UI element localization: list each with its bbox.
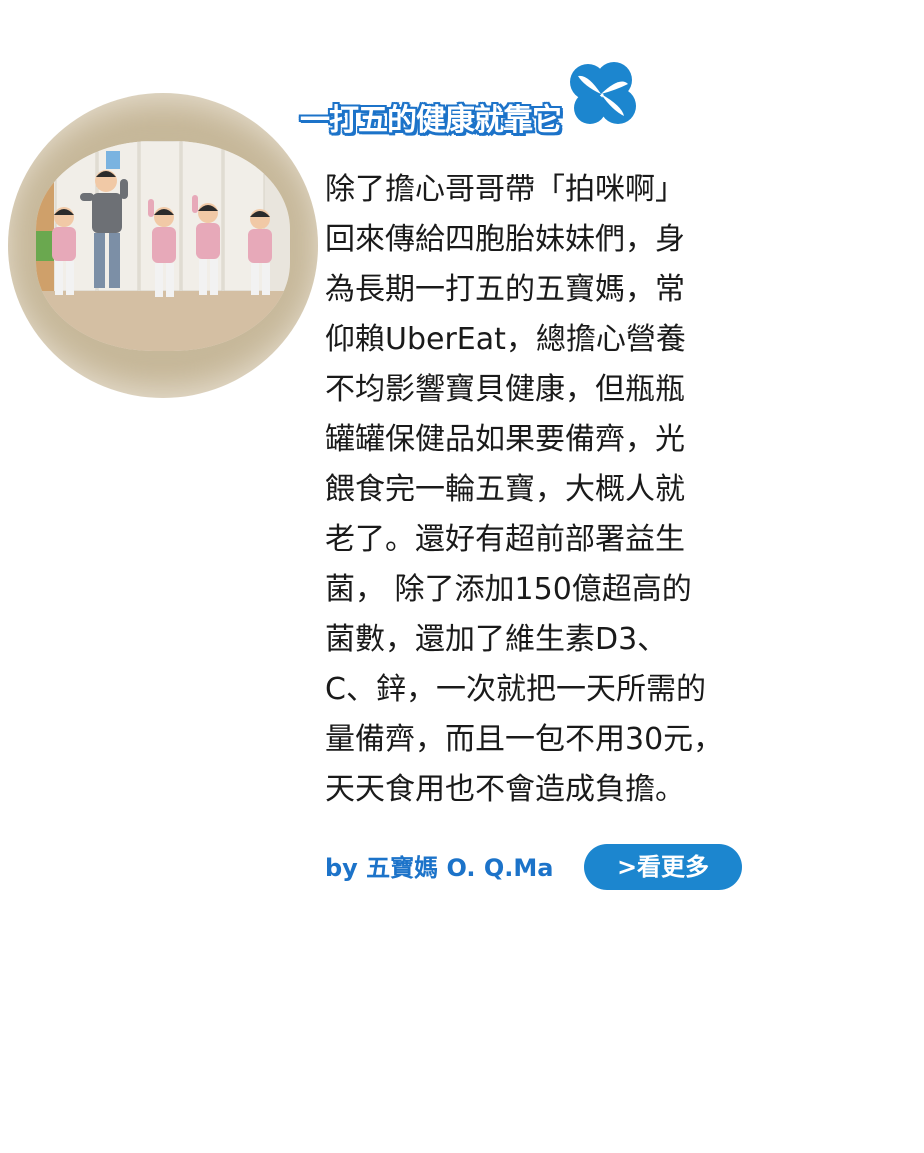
clover-icon bbox=[570, 62, 636, 124]
author-byline: by 五寶媽 O. Q.Ma bbox=[325, 854, 554, 882]
body-line: 菌， 除了添加150億超高的 bbox=[325, 572, 692, 607]
see-more-button[interactable]: >看更多 bbox=[584, 844, 742, 890]
body-line: 為長期一打五的五寶媽，常 bbox=[325, 272, 685, 307]
body-line: 餵食完一輪五寶，大概人就 bbox=[325, 472, 685, 507]
body-line: 罐罐保健品如果要備齊，光 bbox=[325, 422, 685, 457]
body-line: 量備齊，而且一包不用30元， bbox=[325, 722, 724, 757]
article-body: 除了擔心哥哥帶「拍咪啊」 回來傳給四胞胎妹妹們，身 為長期一打五的五寶媽，常 仰… bbox=[325, 165, 785, 815]
body-line: 除了擔心哥哥帶「拍咪啊」 bbox=[325, 172, 685, 207]
body-line: 仰賴UberEat，總擔心營養 bbox=[325, 322, 686, 357]
kids-photo-illustration bbox=[36, 141, 290, 351]
body-line: 菌數，還加了維生素D3、 bbox=[325, 622, 668, 657]
body-line: 老了。還好有超前部署益生 bbox=[325, 522, 685, 557]
body-line: 天天食用也不會造成負擔。 bbox=[325, 772, 685, 807]
body-line: C、鋅，一次就把一天所需的 bbox=[325, 672, 706, 707]
title-block: 一打五的健康就靠它 bbox=[296, 52, 646, 147]
kids-photo-scene bbox=[36, 141, 290, 351]
body-line: 回來傳給四胞胎妹妹們，身 bbox=[325, 222, 685, 257]
kids-photo bbox=[8, 93, 318, 398]
section-title: 一打五的健康就靠它 bbox=[300, 103, 562, 138]
body-line: 不均影響寶貝健康，但瓶瓶 bbox=[325, 372, 685, 407]
